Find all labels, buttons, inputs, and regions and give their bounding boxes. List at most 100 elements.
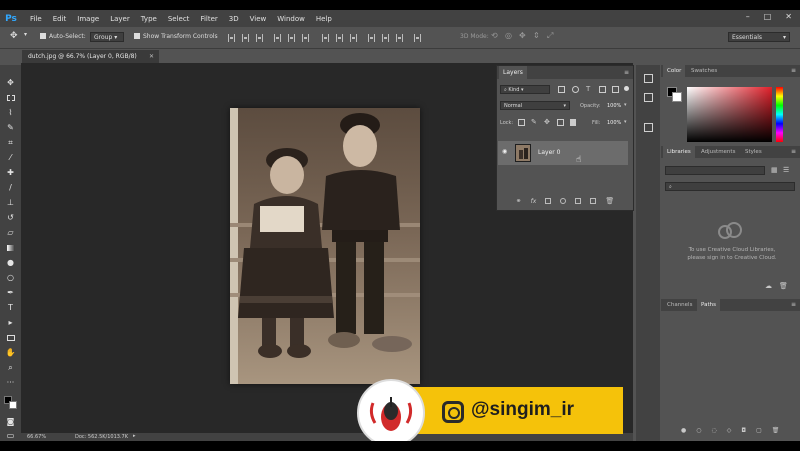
menu-file[interactable]: File [30,15,42,23]
menu-edit[interactable]: Edit [53,15,67,23]
lock-position-icon[interactable]: ✥ [544,118,550,126]
auto-select-dropdown[interactable]: Group ▾ [90,32,124,42]
tab-layers[interactable]: Layers [499,66,527,79]
lasso-tool-icon[interactable]: ⌇ [5,108,16,117]
show-transform-checkbox[interactable]: Show Transform Controls [134,33,218,40]
pen-tool-icon[interactable]: ✒ [5,288,16,297]
lock-image-icon[interactable]: ✎ [531,118,537,126]
move-tool-icon[interactable]: ✥ [10,31,18,41]
layer-name[interactable]: Layer 0 [538,149,560,156]
layers-panel-icon[interactable] [644,123,653,132]
filter-shape-icon[interactable] [599,86,606,93]
lock-transparent-icon[interactable] [518,119,525,126]
distribute-right-icon[interactable] [396,34,403,42]
history-brush-tool-icon[interactable]: ↺ [5,213,16,222]
menu-filter[interactable]: Filter [200,15,217,23]
zoom-level[interactable]: 66.67% [27,434,46,440]
crop-tool-icon[interactable]: ⌗ [5,138,16,147]
menu-image[interactable]: Image [77,15,99,23]
align-bottom-icon[interactable] [256,34,263,42]
type-tool-icon[interactable]: T [5,303,16,312]
properties-panel-icon[interactable] [644,93,653,102]
tab-swatches[interactable]: Swatches [687,65,721,77]
color-field[interactable] [687,87,772,142]
opacity-chevron-icon[interactable]: ▾ [624,102,627,108]
fill-path-icon[interactable]: ● [681,427,686,434]
fill-value[interactable]: 100% [607,120,621,126]
panel-menu-icon[interactable]: ≡ [791,67,796,74]
add-mask-icon[interactable] [545,198,552,204]
stroke-path-icon[interactable]: ○ [696,427,701,434]
tab-paths[interactable]: Paths [697,299,720,311]
move-tool-icon[interactable]: ✥ [5,78,16,87]
add-mask-icon[interactable]: ◘ [741,427,746,434]
menu-3d[interactable]: 3D [229,15,239,23]
new-path-icon[interactable]: ▢ [756,427,762,434]
screen-mode-icon[interactable]: ▭ [5,431,16,440]
blur-tool-icon[interactable]: ● [5,258,16,267]
quick-select-tool-icon[interactable]: ✎ [5,123,16,132]
minimize-button[interactable]: – [746,12,750,21]
filter-toggle-icon[interactable] [624,86,629,91]
blend-mode-dropdown[interactable]: Normal ▾ [500,101,570,110]
link-layers-icon[interactable]: ⚭ [516,197,522,205]
new-layer-icon[interactable] [590,198,597,204]
more-tools-icon[interactable]: ··· [5,378,16,387]
panel-menu-icon[interactable]: ≡ [624,69,629,76]
distribute-top-icon[interactable] [322,34,329,42]
zoom-tool-icon[interactable]: ⌕ [5,363,16,372]
eye-icon[interactable]: ◉ [502,148,510,155]
hand-tool-icon[interactable]: ✋ [5,348,16,357]
adjustment-layer-icon[interactable] [560,198,567,204]
auto-select-checkbox[interactable]: Auto-Select: [40,33,86,40]
3d-pan-icon[interactable]: ✥ [519,31,526,40]
tab-color[interactable]: Color [663,65,686,77]
tab-libraries[interactable]: Libraries [663,146,695,158]
new-group-icon[interactable] [575,198,582,204]
libraries-delete-icon[interactable]: 🗑 [779,282,788,290]
layer-filter-kind-dropdown[interactable]: ⌕ Kind ▾ [500,85,550,94]
distribute-bottom-icon[interactable] [350,34,357,42]
align-left-icon[interactable] [274,34,281,42]
background-color-swatch[interactable] [9,401,17,409]
3d-roll-icon[interactable]: ◎ [505,31,512,40]
align-right-icon[interactable] [302,34,309,42]
dodge-tool-icon[interactable]: ○ [5,273,16,282]
path-select-tool-icon[interactable]: ▸ [5,318,16,327]
gradient-tool-icon[interactable] [5,243,16,252]
menu-type[interactable]: Type [141,15,157,23]
hue-slider[interactable] [776,87,783,142]
3d-slide-icon[interactable]: ⇕ [533,31,540,40]
list-view-icon[interactable]: ☰ [783,166,789,174]
close-tab-icon[interactable]: ✕ [149,53,154,60]
make-path-icon[interactable]: ◇ [727,427,732,434]
grid-view-icon[interactable]: ▦ [771,166,778,174]
rectangle-tool-icon[interactable] [5,333,16,342]
healing-brush-tool-icon[interactable]: ✚ [5,168,16,177]
library-search-input[interactable]: ⌕ [665,182,795,191]
cloud-sync-icon[interactable]: ☁ [765,282,772,290]
align-hcenter-icon[interactable] [288,34,295,42]
workspace-dropdown[interactable]: Essentials ▾ [728,32,790,42]
eyedropper-tool-icon[interactable]: ⁄ [5,153,16,162]
tab-adjustments[interactable]: Adjustments [697,146,739,158]
eraser-tool-icon[interactable]: ▱ [5,228,16,237]
menu-layer[interactable]: Layer [110,15,130,23]
tool-preset-chevron-icon[interactable]: ▾ [24,31,27,38]
delete-layer-icon[interactable]: 🗑 [605,197,614,205]
delete-path-icon[interactable]: 🗑 [772,427,780,434]
distribute-hcenter-icon[interactable] [382,34,389,42]
menu-view[interactable]: View [250,15,267,23]
lock-all-icon[interactable] [570,119,576,126]
distribute-vcenter-icon[interactable] [336,34,343,42]
maximize-button[interactable]: □ [764,12,772,21]
tab-styles[interactable]: Styles [741,146,766,158]
history-panel-icon[interactable] [644,74,653,83]
panel-menu-icon[interactable]: ≡ [791,148,796,155]
filter-pixel-icon[interactable] [558,86,565,93]
auto-align-icon[interactable] [414,34,421,42]
align-vcenter-icon[interactable] [242,34,249,42]
color-background-swatch[interactable] [672,92,682,102]
align-top-icon[interactable] [228,34,235,42]
tab-channels[interactable]: Channels [663,299,696,311]
